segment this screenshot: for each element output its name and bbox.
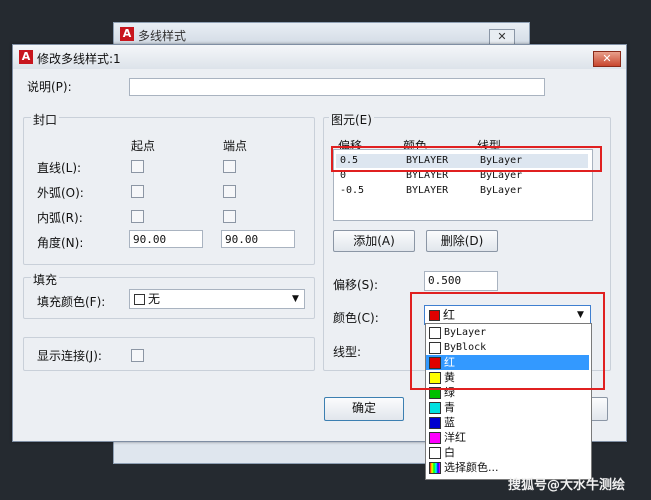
autocad-logo-icon: A	[120, 27, 134, 41]
swatch-icon	[429, 447, 441, 459]
description-label: 说明(P):	[27, 80, 72, 94]
color-option-white[interactable]: 白	[426, 445, 589, 460]
color-option-magenta[interactable]: 洋红	[426, 430, 589, 445]
caps-start-header: 起点	[131, 139, 156, 153]
ok-button[interactable]: 确定	[324, 397, 404, 421]
element-offset-label: 偏移(S):	[333, 278, 379, 292]
annotation-box-selected-element	[331, 146, 602, 172]
fill-section-title: 填充	[31, 271, 60, 288]
fill-color-swatch	[134, 294, 145, 305]
color-option-label: 蓝	[444, 416, 455, 429]
color-option-label: 白	[444, 446, 455, 459]
cap-line-end-checkbox[interactable]	[223, 160, 236, 173]
background-window-titlebar: A 多线样式 ✕	[114, 23, 529, 45]
color-option-select-color[interactable]: 选择颜色...	[426, 460, 589, 475]
swatch-icon	[429, 417, 441, 429]
caps-section-title: 封口	[31, 111, 60, 128]
color-option-cyan[interactable]: 青	[426, 400, 589, 415]
elements-row[interactable]: -0.5 BYLAYER ByLayer	[336, 184, 588, 198]
cap-angle-start-input[interactable]: 90.00	[129, 230, 203, 248]
cap-angle-end-input[interactable]: 90.00	[221, 230, 295, 248]
description-input[interactable]	[129, 78, 545, 96]
element-color-label: 颜色(C):	[333, 311, 379, 325]
background-close-button[interactable]: ✕	[489, 29, 515, 45]
cap-outer-arc-end-checkbox[interactable]	[223, 185, 236, 198]
background-window-title: 多线样式	[138, 29, 187, 43]
elements-section-title: 图元(E)	[329, 111, 374, 128]
element-linetype-label: 线型:	[333, 345, 362, 359]
fill-color-select[interactable]: 无 ▼	[129, 289, 305, 309]
color-option-blue[interactable]: 蓝	[426, 415, 589, 430]
swatch-icon	[429, 402, 441, 414]
fill-color-label: 填充颜色(F):	[37, 295, 106, 309]
caps-end-header: 端点	[223, 139, 248, 153]
cap-inner-arc-end-checkbox[interactable]	[223, 210, 236, 223]
delete-button[interactable]: 删除(D)	[426, 230, 498, 252]
color-wheel-icon	[429, 462, 441, 474]
cap-outer-arc-label: 外弧(O):	[37, 186, 84, 200]
color-option-label: 洋红	[444, 431, 466, 444]
autocad-logo-icon: A	[19, 50, 33, 64]
color-option-label: 选择颜色...	[444, 461, 499, 474]
dialog-titlebar: A 修改多线样式:1 ✕	[13, 45, 626, 69]
cap-line-start-checkbox[interactable]	[131, 160, 144, 173]
color-option-label: 青	[444, 401, 455, 414]
element-color: BYLAYER	[406, 185, 449, 196]
element-offset: -0.5	[340, 185, 365, 196]
cap-angle-label: 角度(N):	[37, 236, 84, 250]
cap-outer-arc-start-checkbox[interactable]	[131, 185, 144, 198]
cap-inner-arc-start-checkbox[interactable]	[131, 210, 144, 223]
cap-line-label: 直线(L):	[37, 161, 82, 175]
show-joints-checkbox[interactable]	[131, 349, 144, 362]
cap-inner-arc-label: 内弧(R):	[37, 211, 83, 225]
dialog-title: 修改多线样式:1	[37, 52, 121, 66]
close-button[interactable]: ✕	[593, 51, 621, 67]
chevron-down-icon: ▼	[292, 294, 299, 304]
add-button[interactable]: 添加(A)	[333, 230, 415, 252]
element-linetype: ByLayer	[480, 185, 523, 196]
show-joints-label: 显示连接(J):	[37, 349, 102, 363]
swatch-icon	[429, 432, 441, 444]
fill-color-value: 无	[148, 292, 161, 306]
annotation-box-color-selection	[410, 292, 605, 390]
watermark: 搜狐号@大水牛测绘	[508, 478, 626, 493]
element-offset-input[interactable]: 0.500	[424, 271, 498, 291]
